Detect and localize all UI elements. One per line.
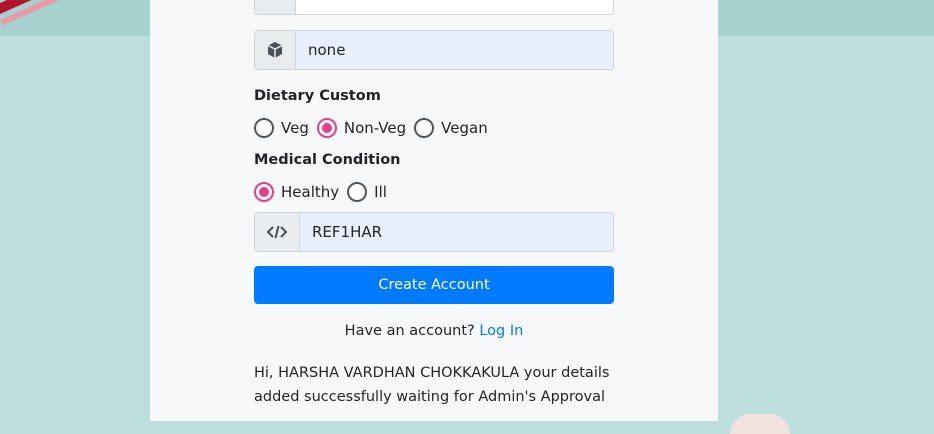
referral-input-group <box>254 212 614 252</box>
top-field[interactable] <box>296 0 613 14</box>
radio-ill-label: Ill <box>374 183 387 201</box>
radio-non-veg-label: Non-Veg <box>343 119 407 137</box>
background-decoration <box>0 0 140 36</box>
list-icon <box>255 0 296 14</box>
radio-veg[interactable] <box>254 118 274 138</box>
referral-code-field[interactable] <box>300 213 613 251</box>
dietary-radio-group: Veg Non-Veg Vegan <box>254 116 496 140</box>
dietary-label: Dietary Custom <box>254 88 381 104</box>
allergy-field[interactable] <box>296 31 613 69</box>
background-decoration-corner <box>730 414 790 434</box>
cube-icon <box>255 31 296 69</box>
create-account-button[interactable]: Create Account <box>254 266 614 304</box>
top-input-group <box>254 0 614 15</box>
radio-healthy-label: Healthy <box>281 183 340 201</box>
signup-card: Dietary Custom Veg Non-Veg Vegan Medical… <box>150 0 718 421</box>
radio-veg-label: Veg <box>281 119 309 137</box>
status-message: Hi, HARSHA VARDHAN CHOKKAKULA your detai… <box>254 365 610 405</box>
have-account-text: Have an account? <box>344 323 475 339</box>
login-link[interactable]: Log In <box>479 323 523 339</box>
radio-ill[interactable] <box>347 182 368 202</box>
allergy-input-group <box>254 30 614 70</box>
medical-label: Medical Condition <box>254 152 401 168</box>
radio-vegan-label: Vegan <box>441 119 488 137</box>
code-icon <box>255 213 300 251</box>
medical-radio-group: Healthy Ill <box>254 180 395 204</box>
radio-non-veg[interactable] <box>316 118 337 138</box>
have-account-line: Have an account? Log In <box>254 323 614 339</box>
radio-vegan[interactable] <box>414 118 435 138</box>
radio-healthy[interactable] <box>254 182 274 202</box>
